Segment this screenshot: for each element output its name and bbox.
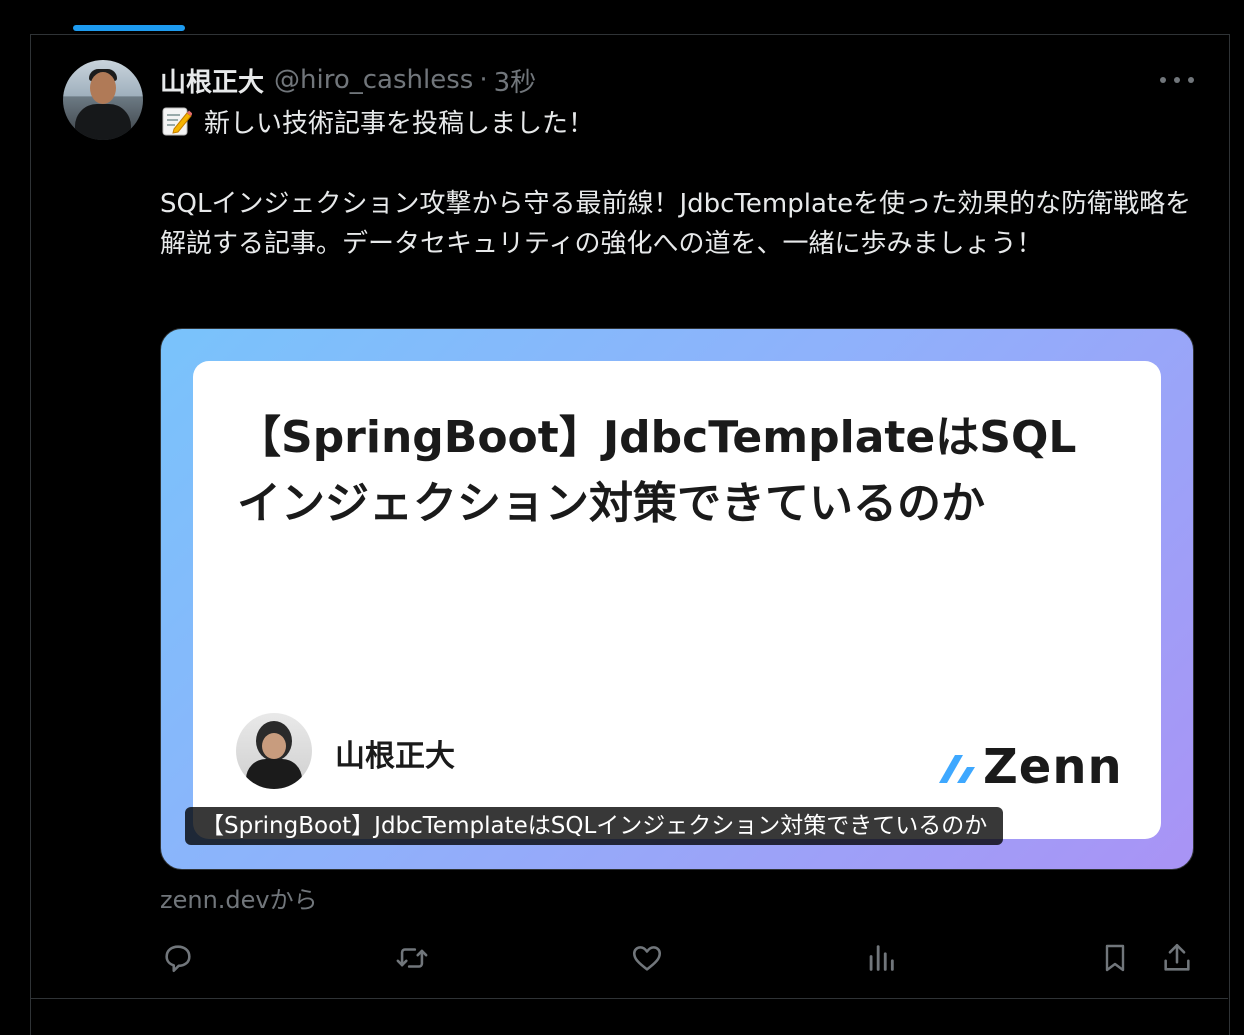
- author-avatar: [236, 713, 312, 789]
- link-card[interactable]: 【SpringBoot】JdbcTemplateはSQLインジェクション対策でき…: [160, 328, 1194, 870]
- card-title: 【SpringBoot】JdbcTemplateはSQLインジェクション対策でき…: [237, 412, 1077, 529]
- like-button[interactable]: [627, 938, 667, 978]
- post-text: 新しい技術記事を投稿しました！ SQLインジェクション攻撃から守る最前線！Jdb…: [160, 104, 1200, 264]
- zenn-logo: Zenn: [937, 739, 1123, 795]
- post-text-line1: 新しい技術記事を投稿しました！: [204, 109, 595, 139]
- avatar[interactable]: [63, 60, 143, 140]
- zenn-brand-text: Zenn: [983, 739, 1123, 795]
- reply-button[interactable]: [158, 938, 198, 978]
- views-button[interactable]: [861, 938, 901, 978]
- memo-icon: [162, 107, 192, 136]
- card-caption: 【SpringBoot】JdbcTemplateはSQLインジェクション対策でき…: [185, 807, 1004, 845]
- retweet-icon: [396, 948, 428, 968]
- share-button[interactable]: [1157, 938, 1197, 978]
- post-divider: [30, 998, 1228, 999]
- active-tab-indicator: [73, 25, 185, 31]
- display-name[interactable]: 山根正大: [160, 62, 264, 99]
- reply-icon: [165, 945, 191, 973]
- more-options-icon[interactable]: [1160, 70, 1194, 90]
- post-header: 山根正大 @hiro_cashless · 3秒: [160, 62, 536, 98]
- separator-dot: ·: [479, 65, 488, 95]
- retweet-button[interactable]: [392, 938, 432, 978]
- share-icon: [1164, 943, 1190, 971]
- post-text-paragraph: SQLインジェクション攻撃から守る最前線！JdbcTemplateを使った効果的…: [160, 189, 1192, 259]
- like-icon: [632, 946, 662, 971]
- bookmark-button[interactable]: [1095, 938, 1135, 978]
- zenn-logo-icon: [939, 755, 975, 783]
- bookmark-icon: [1105, 944, 1125, 972]
- user-handle[interactable]: @hiro_cashless: [274, 65, 473, 95]
- views-icon: [869, 945, 894, 971]
- post-timestamp[interactable]: 3秒: [494, 62, 537, 99]
- card-preview-image: 【SpringBoot】JdbcTemplateはSQLインジェクション対策でき…: [193, 361, 1161, 839]
- card-source-domain[interactable]: zenn.devから: [160, 880, 318, 915]
- card-author-name: 山根正大: [335, 739, 455, 774]
